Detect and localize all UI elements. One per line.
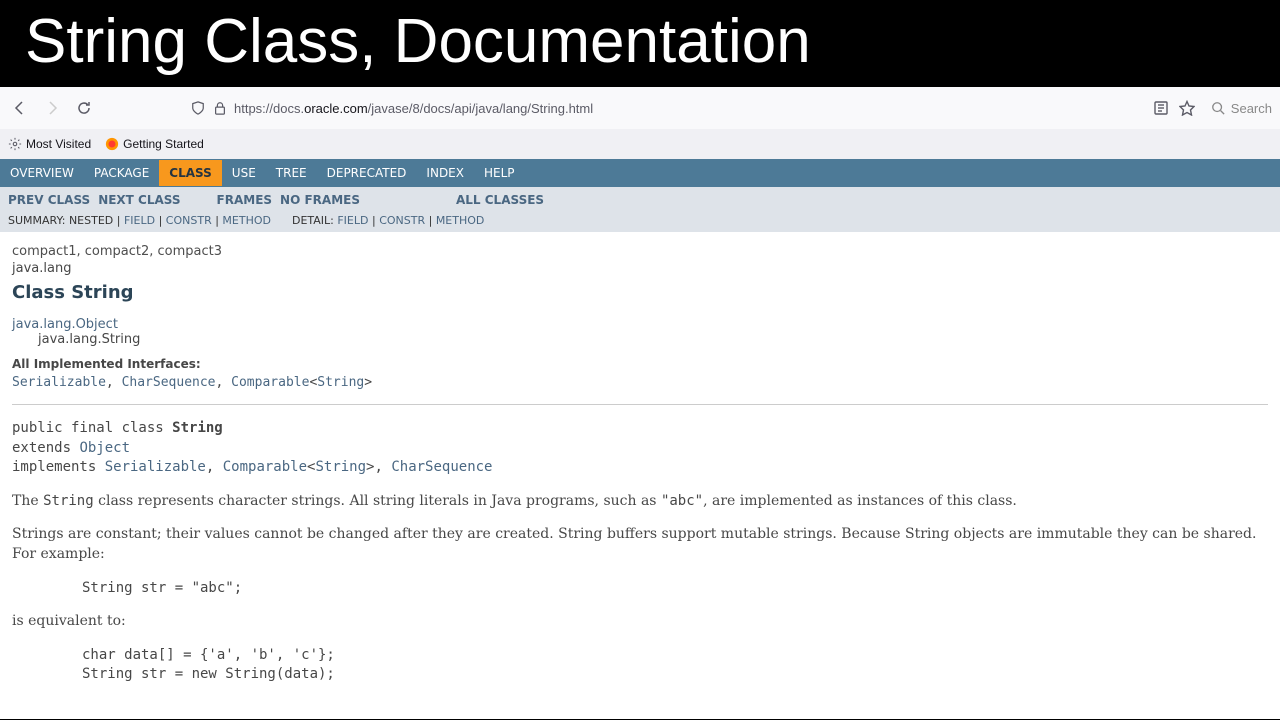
all-classes-link[interactable]: ALL CLASSES xyxy=(456,193,544,207)
search-box[interactable]: Search xyxy=(1205,101,1272,116)
nav-help[interactable]: HELP xyxy=(474,160,525,186)
summary-detail-line: SUMMARY: NESTED | FIELD | CONSTR | METHO… xyxy=(8,211,1272,230)
shield-icon xyxy=(190,100,206,116)
nav-use[interactable]: USE xyxy=(222,160,266,186)
implemented-interfaces-label: All Implemented Interfaces: xyxy=(12,357,1268,371)
url-bar[interactable]: https://docs.oracle.com/javase/8/docs/ap… xyxy=(184,100,1145,116)
javadoc-sub-nav: PREV CLASS NEXT CLASS FRAMES NO FRAMES A… xyxy=(0,187,1280,232)
page-banner: String Class, Documentation xyxy=(0,0,1280,87)
back-button[interactable] xyxy=(8,96,32,120)
search-placeholder: Search xyxy=(1231,101,1272,116)
compact-profiles: compact1, compact2, compact3 xyxy=(12,244,1268,259)
code-example-2: char data[] = {'a', 'b', 'c'}; String st… xyxy=(82,646,1268,685)
superclass-link[interactable]: java.lang.Object xyxy=(12,317,118,332)
detail-field-link[interactable]: FIELD xyxy=(337,214,368,227)
bookmark-getting-started[interactable]: Getting Started xyxy=(105,137,204,151)
iface-serializable-link[interactable]: Serializable xyxy=(12,375,106,390)
nav-package[interactable]: PACKAGE xyxy=(84,160,159,186)
forward-button xyxy=(40,96,64,120)
impl-comparable-link[interactable]: Comparable xyxy=(223,459,307,475)
impl-comparable-param-link[interactable]: String xyxy=(315,459,366,475)
inheritance-tree: java.lang.Object java.lang.String xyxy=(12,317,1268,347)
class-title: Class String xyxy=(12,282,1268,303)
detail-constr-link[interactable]: CONSTR xyxy=(379,214,425,227)
prev-class-link[interactable]: PREV CLASS xyxy=(8,193,90,207)
star-icon[interactable] xyxy=(1179,100,1195,116)
package-name: java.lang xyxy=(12,261,1268,276)
frames-link[interactable]: FRAMES xyxy=(217,193,273,207)
nav-overview[interactable]: OVERVIEW xyxy=(0,160,84,186)
firefox-icon xyxy=(105,137,119,151)
no-frames-link[interactable]: NO FRAMES xyxy=(280,193,360,207)
implemented-interfaces-list: Serializable, CharSequence, Comparable<S… xyxy=(12,375,1268,390)
nav-tree[interactable]: TREE xyxy=(266,160,317,186)
document-content: OVERVIEW PACKAGE CLASS USE TREE DEPRECAT… xyxy=(0,159,1280,719)
javadoc-body: compact1, compact2, compact3 java.lang C… xyxy=(0,232,1280,711)
nav-class[interactable]: CLASS xyxy=(159,160,222,186)
extends-object-link[interactable]: Object xyxy=(79,440,130,456)
iface-charsequence-link[interactable]: CharSequence xyxy=(122,375,216,390)
next-class-link[interactable]: NEXT CLASS xyxy=(98,193,180,207)
reader-icon[interactable] xyxy=(1153,100,1169,116)
url-text: https://docs.oracle.com/javase/8/docs/ap… xyxy=(234,101,593,116)
nav-index[interactable]: INDEX xyxy=(416,160,474,186)
lock-icon xyxy=(212,100,228,116)
summary-field-link[interactable]: FIELD xyxy=(124,214,155,227)
detail-method-link[interactable]: METHOD xyxy=(436,214,485,227)
nav-deprecated[interactable]: DEPRECATED xyxy=(317,160,417,186)
equivalent-label: is equivalent to: xyxy=(12,612,1268,632)
bookmark-most-visited[interactable]: Most Visited xyxy=(8,137,91,151)
class-signature: public final class String extends Object… xyxy=(12,419,1268,478)
javadoc-top-nav: OVERVIEW PACKAGE CLASS USE TREE DEPRECAT… xyxy=(0,159,1280,187)
impl-charsequence-link[interactable]: CharSequence xyxy=(391,459,492,475)
summary-method-link[interactable]: METHOD xyxy=(222,214,271,227)
browser-toolbar: https://docs.oracle.com/javase/8/docs/ap… xyxy=(0,87,1280,129)
bookmarks-bar: Most Visited Getting Started xyxy=(0,129,1280,159)
gear-icon xyxy=(8,137,22,151)
reload-button[interactable] xyxy=(72,96,96,120)
search-icon xyxy=(1211,101,1225,115)
iface-comparable-param-link[interactable]: String xyxy=(317,375,364,390)
iface-comparable-link[interactable]: Comparable xyxy=(231,375,309,390)
code-example-1: String str = "abc"; xyxy=(82,579,1268,599)
class-description: The String class represents character st… xyxy=(12,492,1268,565)
impl-serializable-link[interactable]: Serializable xyxy=(105,459,206,475)
this-class-fqn: java.lang.String xyxy=(38,332,1268,347)
summary-constr-link[interactable]: CONSTR xyxy=(166,214,212,227)
